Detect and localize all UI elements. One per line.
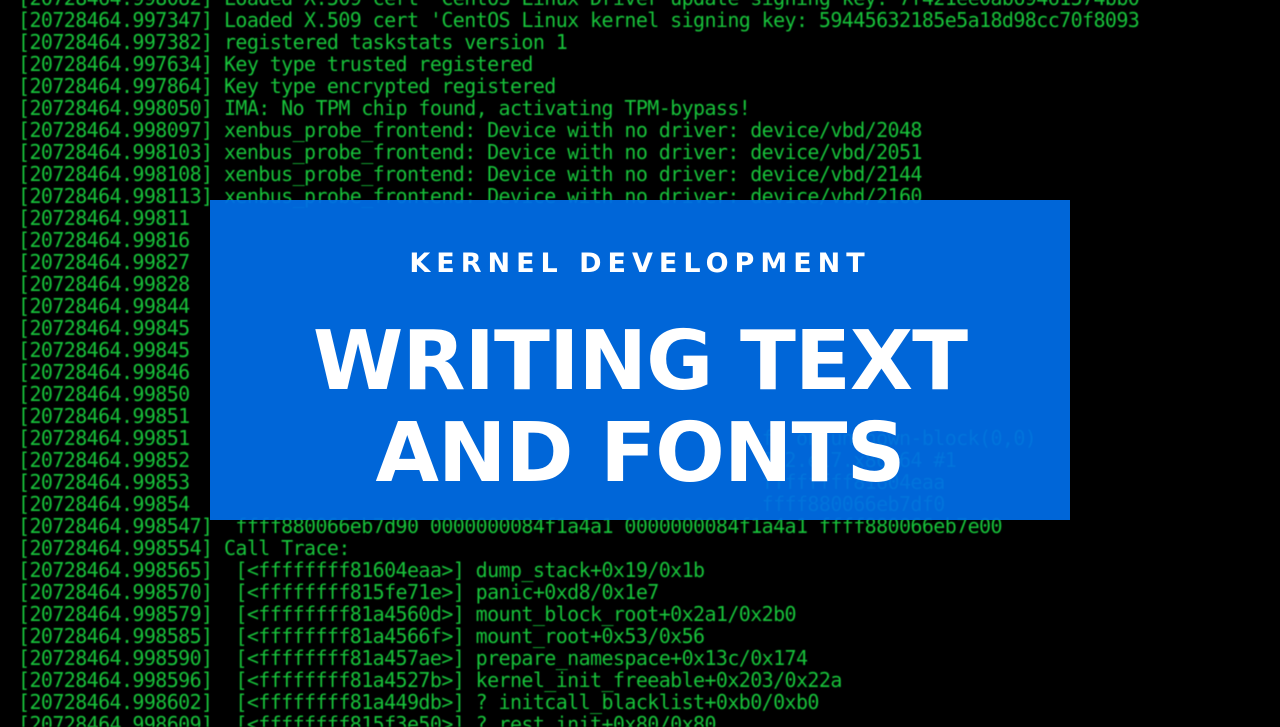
banner-title-line-2: AND FONTS — [375, 406, 905, 501]
log-line: [20728464.997634] Key type trusted regis… — [18, 52, 533, 76]
log-line: [20728464.997382] registered taskstats v… — [18, 30, 568, 54]
log-line: [20728464.998097] xenbus_probe_frontend:… — [18, 118, 922, 142]
log-line: [20728464.998554] Call Trace: — [18, 536, 350, 560]
log-line: [20728464.998590] [<ffffffff81a457ae>] p… — [18, 646, 808, 670]
log-line: [20728464.998570] [<ffffffff815fe71e>] p… — [18, 580, 659, 604]
log-line: [20728464.998609] [<ffffffff815f3e50>] ?… — [18, 712, 717, 727]
log-line: [20728464.997864] Key type encrypted reg… — [18, 74, 556, 98]
banner-title: WRITING TEXT AND FONTS — [210, 316, 1070, 500]
log-line: [20728464.998585] [<ffffffff81a4566f>] m… — [18, 624, 705, 648]
log-line: [20728464.998596] [<ffffffff81a4527b>] k… — [18, 668, 842, 692]
log-line: [20728464.998108] xenbus_probe_frontend:… — [18, 162, 922, 186]
title-banner: KERNEL DEVELOPMENT WRITING TEXT AND FONT… — [210, 200, 1070, 520]
banner-title-line-1: WRITING TEXT — [312, 314, 968, 409]
log-line: [20728464.997347] Loaded X.509 cert 'Cen… — [18, 8, 1140, 32]
log-line: [20728464.998103] xenbus_probe_frontend:… — [18, 140, 922, 164]
log-line: [20728464.998050] IMA: No TPM chip found… — [18, 96, 751, 120]
log-line: [20728464.998565] [<ffffffff81604eaa>] d… — [18, 558, 705, 582]
log-line: [20728464.998602] [<ffffffff81a449db>] ?… — [18, 690, 819, 714]
banner-kicker: KERNEL DEVELOPMENT — [409, 248, 871, 279]
log-line: [20728464.998579] [<ffffffff81a4560d>] m… — [18, 602, 797, 626]
